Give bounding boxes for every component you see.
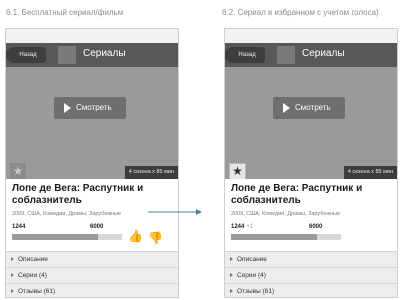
transition-arrow <box>148 209 202 215</box>
